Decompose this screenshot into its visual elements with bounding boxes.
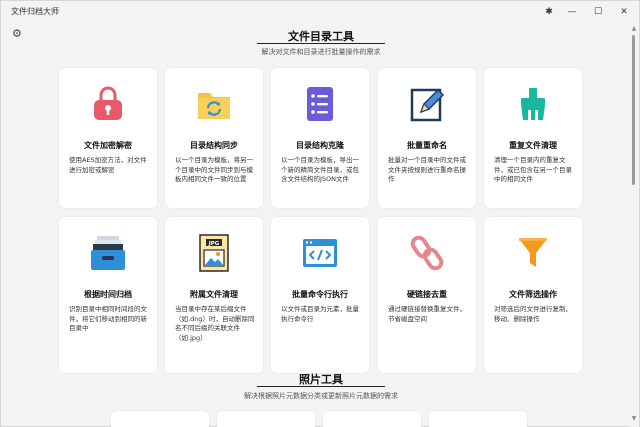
photo-tool-card[interactable]: [429, 411, 527, 427]
section-title-file-tools: 文件目录工具: [288, 30, 354, 43]
scroll-down-icon[interactable]: ▼: [630, 415, 638, 423]
jpg-file-icon: JPG: [194, 233, 234, 273]
minimize-button[interactable]: —: [559, 1, 585, 23]
card-batch-cmd[interactable]: 批量命令行执行 以文件或目录为元素，批量执行命令行: [271, 217, 369, 373]
app-title: 文件归档大师: [11, 7, 59, 16]
funnel-icon: [513, 233, 553, 273]
card-desc: 批量对一个目录中的文件或文件夹按规则进行重命名操作: [388, 156, 466, 183]
card-desc: 对筛选后的文件进行复制、移动、删除操作: [494, 305, 572, 323]
card-desc: 使用AES加密方法，对文件进行加密或解密: [69, 156, 147, 174]
card-name: 批量命令行执行: [292, 290, 348, 299]
app-window: 文件归档大师 ✱ — ☐ ✕ 文件目录工具 解决对文件和目录进行批量操作的需求 …: [0, 0, 640, 427]
card-desc: 以一个目录为模板，将另一个目录中的文件同步到与模板内相同文件一致的位置: [175, 156, 253, 183]
main-content: 文件目录工具 解决对文件和目录进行批量操作的需求 文件加密解密 使用AES加密方…: [1, 23, 629, 427]
svg-text:JPG: JPG: [208, 241, 220, 247]
card-name: 重复文件清理: [509, 141, 557, 150]
scroll-up-icon[interactable]: ▲: [630, 25, 638, 33]
broom-icon: [513, 84, 553, 124]
card-attached-clean[interactable]: JPG 附属文件清理 当目录中存在某后缀文件（如.dng）时，自动删除同名不同后…: [165, 217, 263, 373]
card-batch-rename[interactable]: 批量重命名 批量对一个目录中的文件或文件夹按规则进行重命名操作: [378, 68, 476, 208]
chain-link-icon: [407, 233, 447, 273]
scroll-thumb[interactable]: [632, 35, 635, 185]
card-name: 目录结构同步: [190, 141, 238, 150]
card-name: 批量重命名: [407, 141, 447, 150]
archive-drawer-icon: [88, 233, 128, 273]
section-title-photo-tools: 照片工具: [299, 373, 343, 386]
card-desc: 识别目录中相同时间段的文件，将它们移动到相同的新目录中: [69, 305, 147, 332]
card-hardlink-dedup[interactable]: 硬链接去重 通过硬链接替换重复文件，节省磁盘空间: [378, 217, 476, 373]
list-icon: [300, 84, 340, 124]
card-desc: 通过硬链接替换重复文件，节省磁盘空间: [388, 305, 466, 323]
lock-icon: [88, 84, 128, 124]
card-name: 根据时间归档: [84, 290, 132, 299]
card-name: 文件筛选操作: [509, 290, 557, 299]
card-name: 硬链接去重: [407, 290, 447, 299]
maximize-button[interactable]: ☐: [585, 1, 611, 23]
card-file-encrypt[interactable]: 文件加密解密 使用AES加密方法，对文件进行加密或解密: [59, 68, 157, 208]
card-name: 目录结构克隆: [296, 141, 344, 150]
card-name: 附属文件清理: [190, 290, 238, 299]
vertical-scrollbar[interactable]: ▲ ▼: [629, 23, 639, 427]
section-divider: [257, 386, 385, 387]
photo-tool-card[interactable]: [323, 411, 421, 427]
card-dir-sync[interactable]: 目录结构同步 以一个目录为模板，将另一个目录中的文件同步到与模板内相同文件一致的…: [165, 68, 263, 208]
photo-tool-card[interactable]: [217, 411, 315, 427]
card-name: 文件加密解密: [84, 141, 132, 150]
code-window-icon: [300, 233, 340, 273]
folder-sync-icon: [194, 84, 234, 124]
close-button[interactable]: ✕: [611, 1, 637, 23]
pencil-icon: [407, 84, 447, 124]
title-bar[interactable]: 文件归档大师 ✱ — ☐ ✕: [1, 1, 639, 23]
card-desc: 以一个目录为模板，导出一个新的精简文件目录，或包含文件结构的JSON文件: [281, 156, 359, 183]
card-desc: 以文件或目录为元素，批量执行命令行: [281, 305, 359, 323]
card-time-archive[interactable]: 根据时间归档 识别目录中相同时间段的文件，将它们移动到相同的新目录中: [59, 217, 157, 373]
card-file-filter[interactable]: 文件筛选操作 对筛选后的文件进行复制、移动、删除操作: [484, 217, 582, 373]
card-desc: 清理一个目录内的重复文件，或已包含在另一个目录中的相同文件: [494, 156, 572, 183]
photo-tool-card[interactable]: [111, 411, 209, 427]
section-subtitle-photo-tools: 解决根据照片元数据分类或更新照片元数据的需求: [244, 392, 398, 400]
card-dir-clone[interactable]: 目录结构克隆 以一个目录为模板，导出一个新的精简文件目录，或包含文件结构的JSO…: [271, 68, 369, 208]
card-desc: 当目录中存在某后缀文件（如.dng）时，自动删除同名不同后缀的关联文件（如.jp…: [175, 305, 255, 342]
gear-icon[interactable]: ⚙: [12, 28, 24, 40]
section-divider: [257, 43, 385, 44]
card-duplicate-clean[interactable]: 重复文件清理 清理一个目录内的重复文件，或已包含在另一个目录中的相同文件: [484, 68, 582, 208]
section-subtitle-file-tools: 解决对文件和目录进行批量操作的需求: [261, 48, 381, 56]
